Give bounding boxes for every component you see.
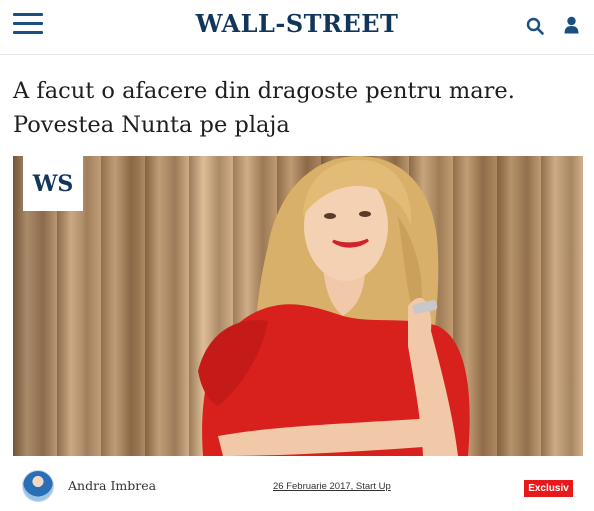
user-icon[interactable]	[564, 16, 579, 34]
site-header: WALL-STREET	[0, 0, 594, 55]
article-title: A facut o afacere din dragoste pentru ma…	[13, 74, 583, 142]
author-avatar[interactable]	[22, 470, 54, 502]
article-title-line-2: Povestea Nunta pe plaja	[13, 112, 290, 138]
portrait-photo	[198, 156, 470, 456]
article-hero-image[interactable]: WS	[13, 156, 583, 456]
article-date-category-link[interactable]: 26 Februarie 2017, Start Up	[273, 481, 391, 492]
ws-logo-badge: WS	[23, 156, 83, 211]
site-logo[interactable]: WALL-STREET	[0, 9, 594, 38]
exclusive-badge[interactable]: Exclusiv	[524, 480, 573, 497]
search-icon[interactable]	[526, 17, 544, 35]
article-byline: Andra Imbrea 26 Februarie 2017, Start Up…	[0, 456, 594, 511]
author-name[interactable]: Andra Imbrea	[68, 478, 156, 493]
article-title-line-1: A facut o afacere din dragoste pentru ma…	[13, 78, 515, 104]
